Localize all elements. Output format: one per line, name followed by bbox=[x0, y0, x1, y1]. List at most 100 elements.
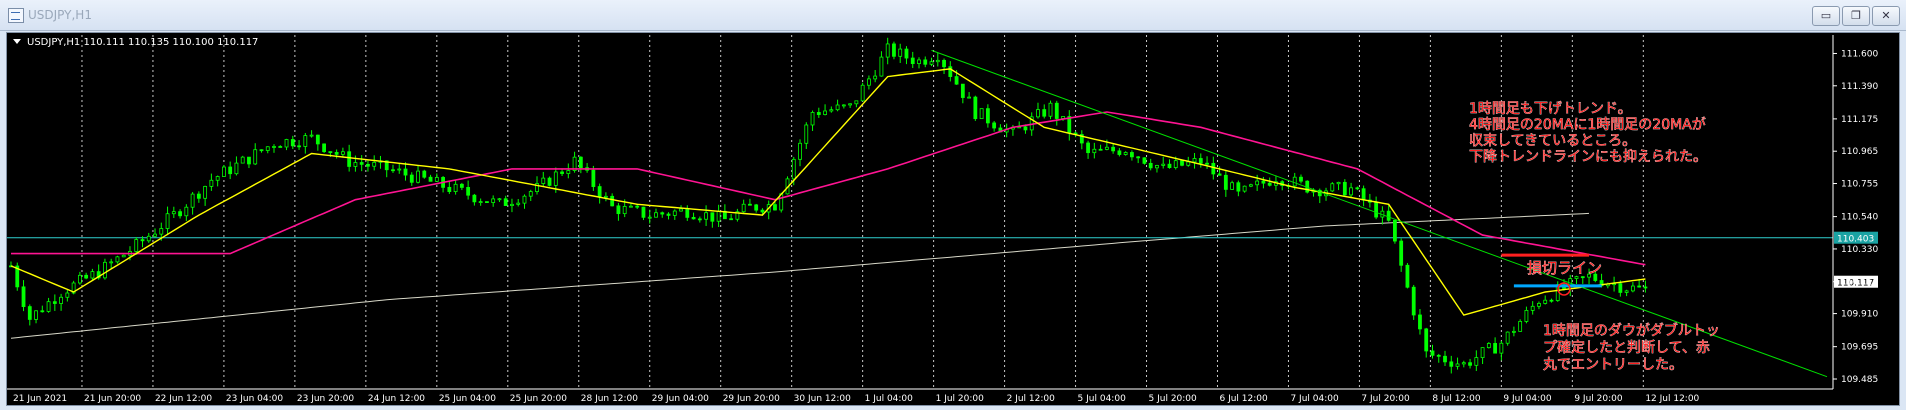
collapse-triangle-icon[interactable] bbox=[13, 39, 21, 44]
x-tick-label: 1 Jul 20:00 bbox=[936, 394, 985, 404]
candle-body bbox=[942, 59, 946, 68]
candle-body bbox=[948, 66, 953, 77]
candle-body bbox=[841, 104, 846, 107]
candle-body bbox=[647, 216, 652, 219]
y-tick-label: 111.600 bbox=[1841, 49, 1878, 59]
candle-body bbox=[309, 134, 314, 137]
y-tick-label: 110.330 bbox=[1841, 245, 1878, 255]
candle-body bbox=[1342, 181, 1347, 196]
candle-body bbox=[359, 162, 364, 165]
candle-body bbox=[1136, 156, 1141, 159]
candle-body bbox=[610, 195, 615, 207]
candle-body bbox=[1455, 363, 1460, 367]
candle-body bbox=[879, 56, 884, 77]
candle-body bbox=[1543, 299, 1548, 304]
candle-body bbox=[447, 186, 452, 192]
candle-body bbox=[923, 59, 928, 65]
candle-body bbox=[1524, 309, 1529, 322]
candle-body bbox=[190, 193, 195, 208]
moving-average-layer bbox=[10, 68, 1646, 316]
candle-body bbox=[1499, 342, 1504, 354]
candle-body bbox=[1186, 161, 1191, 166]
chart-area[interactable]: 110.403 110.117 21 Jun 2021 21 Jun 20:00 22… bbox=[6, 32, 1900, 406]
x-tick-label: 6 Jul 12:00 bbox=[1219, 394, 1268, 404]
window-titlebar[interactable]: USDJPY,H1 ▭ ❐ ✕ bbox=[0, 0, 1906, 31]
x-tick-label: 25 Jun 20:00 bbox=[510, 394, 567, 404]
candle-body bbox=[1349, 187, 1353, 196]
candle-body bbox=[622, 206, 627, 215]
candle-body bbox=[478, 201, 483, 204]
candle-body bbox=[1205, 162, 1209, 165]
candle-body bbox=[591, 169, 596, 187]
candle-body bbox=[547, 177, 552, 186]
entry-annotation-line: プ確定したと判断して、赤 bbox=[1543, 340, 1710, 356]
candle-body bbox=[1630, 285, 1635, 292]
candle-body bbox=[1117, 150, 1122, 155]
candle-body bbox=[654, 212, 658, 218]
x-tick-label: 25 Jun 04:00 bbox=[439, 394, 496, 404]
candle-body bbox=[184, 206, 189, 217]
x-tick-label: 29 Jun 20:00 bbox=[723, 394, 780, 404]
candle-body bbox=[65, 292, 70, 298]
candle-body bbox=[1054, 102, 1059, 119]
candle-body bbox=[196, 193, 201, 199]
restore-button[interactable]: ❐ bbox=[1842, 6, 1870, 26]
candle-body bbox=[328, 151, 333, 153]
price-chart-svg[interactable]: 110.403 110.117 21 Jun 2021 21 Jun 20:00 22… bbox=[7, 33, 1899, 405]
candle-body bbox=[215, 176, 220, 181]
y-tick-label: 109.910 bbox=[1841, 310, 1878, 320]
candle-body bbox=[1361, 188, 1366, 201]
annotation-layer: USDJPY,H1 110.111 110.135 110.100 110.11… bbox=[13, 37, 1720, 373]
x-tick-label: 8 Jul 12:00 bbox=[1432, 394, 1481, 404]
candle-body bbox=[522, 195, 527, 204]
candle-body bbox=[1292, 176, 1297, 187]
candle-body bbox=[178, 211, 182, 217]
long-ma-layer bbox=[10, 212, 1590, 339]
candle-body bbox=[1267, 182, 1272, 186]
candle-body bbox=[90, 271, 95, 279]
candle-body bbox=[1643, 286, 1648, 289]
stop-loss-annotation-line: 損切ライン bbox=[1527, 259, 1602, 277]
y-tick-label: 110.755 bbox=[1841, 180, 1878, 190]
candle-body bbox=[854, 100, 859, 105]
candle-body bbox=[910, 57, 915, 64]
candle-body bbox=[1330, 183, 1335, 192]
candle-body bbox=[1223, 174, 1228, 190]
candle-body bbox=[697, 218, 702, 221]
candle-body bbox=[247, 156, 251, 165]
candle-body bbox=[848, 103, 853, 106]
analysis-annotation-line: 収束してきているところ。 bbox=[1469, 133, 1636, 149]
candle-body bbox=[1355, 187, 1360, 190]
candle-body bbox=[115, 256, 120, 263]
candle-body bbox=[259, 149, 264, 152]
candle-body bbox=[203, 185, 208, 199]
candle-body bbox=[253, 149, 258, 165]
candle-body bbox=[710, 212, 715, 222]
x-tick-label: 12 Jul 12:00 bbox=[1645, 394, 1699, 404]
candle-body bbox=[1430, 350, 1435, 356]
candle-body bbox=[1048, 102, 1053, 117]
candle-body bbox=[303, 135, 308, 147]
stop-loss-annotation: 損切ライン bbox=[1527, 259, 1602, 277]
candle-body bbox=[798, 142, 802, 160]
candle-body bbox=[77, 274, 82, 284]
close-button[interactable]: ✕ bbox=[1872, 6, 1900, 26]
candle-body bbox=[685, 208, 690, 218]
candle-body bbox=[804, 124, 809, 144]
candle-body bbox=[597, 186, 602, 198]
x-tick-label: 24 Jun 12:00 bbox=[368, 394, 425, 404]
candle-body bbox=[979, 108, 984, 120]
candle-body bbox=[485, 201, 489, 204]
candle-body bbox=[403, 168, 408, 176]
candle-body bbox=[641, 206, 646, 218]
candle-body bbox=[459, 183, 464, 188]
chart-window-icon bbox=[8, 8, 24, 23]
candle-body bbox=[985, 108, 990, 124]
candle-body bbox=[666, 213, 671, 216]
candle-body bbox=[159, 228, 164, 235]
candle-body bbox=[1211, 162, 1216, 175]
candle-body bbox=[290, 139, 295, 147]
x-tick-label: 29 Jun 04:00 bbox=[652, 394, 709, 404]
minimize-button[interactable]: ▭ bbox=[1812, 6, 1840, 26]
candle-body bbox=[729, 218, 734, 221]
